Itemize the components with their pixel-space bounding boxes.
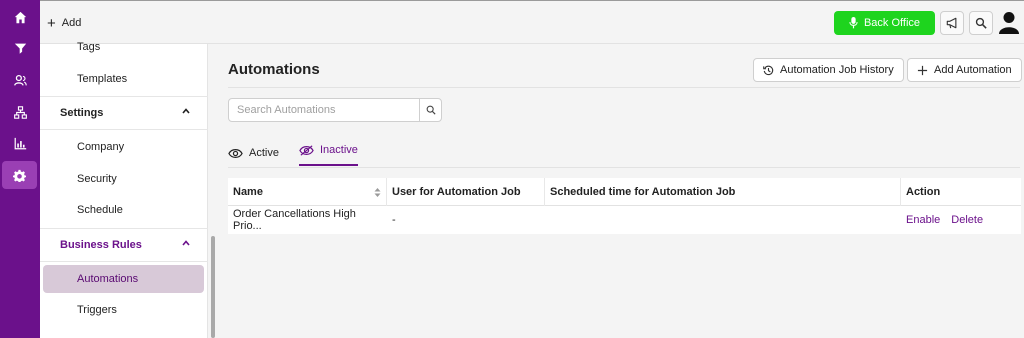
delete-link[interactable]: Delete xyxy=(951,214,983,226)
eye-slash-icon xyxy=(299,144,314,156)
cell-actions: Enable Delete xyxy=(901,206,1021,234)
add-button[interactable]: + Add xyxy=(47,14,81,32)
tab-active[interactable]: Active xyxy=(228,138,279,168)
column-label: Scheduled time for Automation Job xyxy=(550,186,736,198)
search-input[interactable] xyxy=(229,99,419,121)
history-icon xyxy=(763,65,774,75)
add-label: Add xyxy=(61,17,82,29)
app-rail xyxy=(0,0,40,338)
automation-job-history-button[interactable]: Automation Job History xyxy=(753,58,904,82)
home-icon xyxy=(14,11,26,23)
sidebar-section-settings[interactable]: Settings xyxy=(40,96,208,130)
enable-link[interactable]: Enable xyxy=(906,214,940,226)
column-header-action: Action xyxy=(901,178,1021,206)
rail-funnel[interactable] xyxy=(0,34,40,62)
tab-inactive[interactable]: Inactive xyxy=(299,138,358,166)
search-icon xyxy=(975,17,987,29)
cell-scheduled-time xyxy=(545,206,901,234)
tabs-divider xyxy=(228,167,1020,168)
column-header-user: User for Automation Job xyxy=(387,178,545,206)
cell-user: - xyxy=(392,214,396,226)
plus-icon xyxy=(917,65,928,75)
column-label: Action xyxy=(906,186,941,198)
users-icon xyxy=(13,74,27,86)
history-button-label: Automation Job History xyxy=(780,64,894,76)
tab-label: Inactive xyxy=(320,144,358,156)
add-automation-label: Add Automation xyxy=(934,64,1012,76)
column-header-name[interactable]: Name xyxy=(228,178,387,206)
main-content: Automations Automation Job History Add A… xyxy=(216,44,1024,338)
sidebar-item-schedule[interactable]: Schedule xyxy=(77,204,123,216)
microphone-icon xyxy=(849,17,858,29)
sidebar-scrollbar[interactable] xyxy=(211,236,215,338)
automations-table: Name User for Automation Job Scheduled t… xyxy=(228,178,1021,234)
rail-hierarchy[interactable] xyxy=(0,98,40,126)
column-label: Name xyxy=(233,186,263,198)
rail-settings[interactable] xyxy=(2,161,37,189)
search-icon xyxy=(426,105,436,115)
announcements-button[interactable] xyxy=(940,11,964,35)
sidebar-section-label: Settings xyxy=(60,107,104,119)
table-header: Name User for Automation Job Scheduled t… xyxy=(228,178,1021,206)
sidebar-item-automations[interactable]: Automations xyxy=(43,265,204,293)
chart-icon xyxy=(14,137,26,149)
tab-label: Active xyxy=(249,147,279,159)
rail-chart[interactable] xyxy=(0,129,40,157)
search-box xyxy=(228,98,442,122)
chevron-up-icon xyxy=(182,240,190,246)
back-office-label: Back Office xyxy=(863,17,921,29)
sidebar-section-label: Business Rules xyxy=(60,239,142,251)
sidebar-item-security[interactable]: Security xyxy=(77,173,117,185)
search-submit-button[interactable] xyxy=(419,99,441,121)
user-avatar-icon[interactable] xyxy=(998,11,1020,35)
eye-icon xyxy=(228,148,243,158)
rail-home[interactable] xyxy=(0,3,40,31)
header-divider xyxy=(228,87,1020,88)
search-button[interactable] xyxy=(969,11,993,35)
hierarchy-icon xyxy=(13,105,27,119)
table-row: Order Cancellations High Prio... - Enabl… xyxy=(228,206,1021,234)
column-label: User for Automation Job xyxy=(392,186,521,198)
gear-icon xyxy=(13,169,26,182)
sidebar-item-templates[interactable]: Templates xyxy=(77,73,127,85)
top-bar: + Add Back Office xyxy=(40,0,1024,44)
rail-users[interactable] xyxy=(0,66,40,94)
add-automation-button[interactable]: Add Automation xyxy=(907,58,1022,82)
chevron-up-icon xyxy=(182,108,190,114)
sidebar-section-business-rules[interactable]: Business Rules xyxy=(40,228,208,262)
funnel-icon xyxy=(14,43,26,54)
page-title: Automations xyxy=(228,61,320,78)
settings-sidebar: Tags Templates Settings Company Security… xyxy=(40,41,208,338)
back-office-button[interactable]: Back Office xyxy=(834,11,935,35)
plus-icon: + xyxy=(47,14,56,32)
sort-icon[interactable] xyxy=(374,187,381,198)
megaphone-icon xyxy=(946,17,957,29)
sidebar-item-company[interactable]: Company xyxy=(77,141,124,153)
sidebar-item-triggers[interactable]: Triggers xyxy=(77,304,117,316)
cell-name: Order Cancellations High Prio... xyxy=(233,208,356,232)
sidebar-item-tags[interactable]: Tags xyxy=(77,41,100,53)
column-header-scheduled-time: Scheduled time for Automation Job xyxy=(545,178,901,206)
